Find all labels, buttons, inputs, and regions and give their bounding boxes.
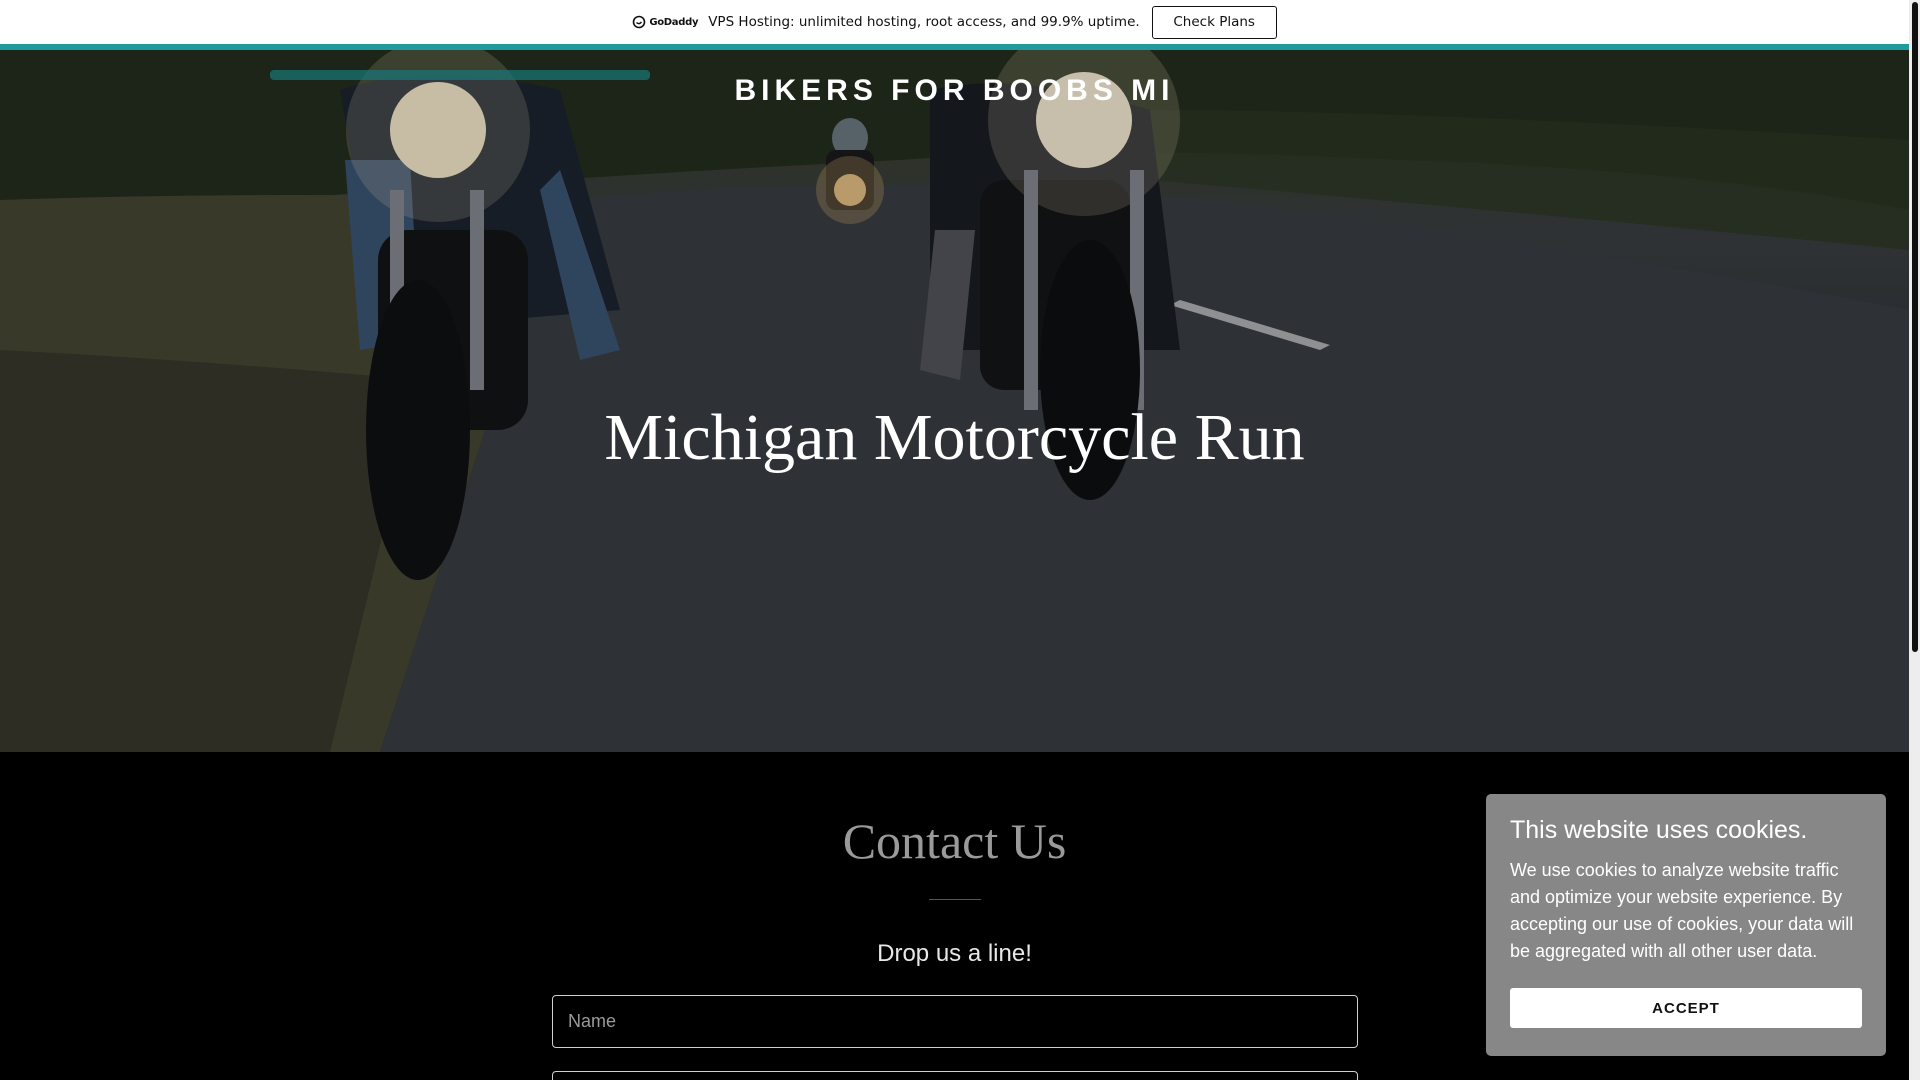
hero-section: BIKERS FOR BOOBS MI Michigan Motorcycle … (0, 50, 1909, 752)
cookie-title: This website uses cookies. (1510, 816, 1808, 844)
name-input[interactable] (552, 995, 1358, 1048)
godaddy-logo-icon (633, 15, 646, 29)
site-title[interactable]: BIKERS FOR BOOBS MI (0, 74, 1909, 108)
godaddy-brand-text: GoDaddy (649, 16, 699, 28)
godaddy-logo[interactable]: GoDaddy (632, 15, 698, 29)
check-plans-button[interactable]: Check Plans (1151, 5, 1277, 39)
scrollbar-thumb[interactable] (1912, 2, 1918, 652)
accept-cookies-button[interactable]: ACCEPT (1510, 988, 1862, 1028)
promo-text: VPS Hosting: unlimited hosting, root acc… (708, 14, 1140, 30)
cookie-banner: This website uses cookies. We use cookie… (1486, 794, 1886, 1056)
cookie-body: We use cookies to analyze website traffi… (1510, 860, 1854, 961)
hero-heading: Michigan Motorcycle Run (604, 401, 1305, 474)
second-contact-input[interactable] (552, 1071, 1358, 1080)
promo-bar: GoDaddy VPS Hosting: unlimited hosting, … (0, 0, 1909, 44)
contact-divider (929, 899, 981, 900)
